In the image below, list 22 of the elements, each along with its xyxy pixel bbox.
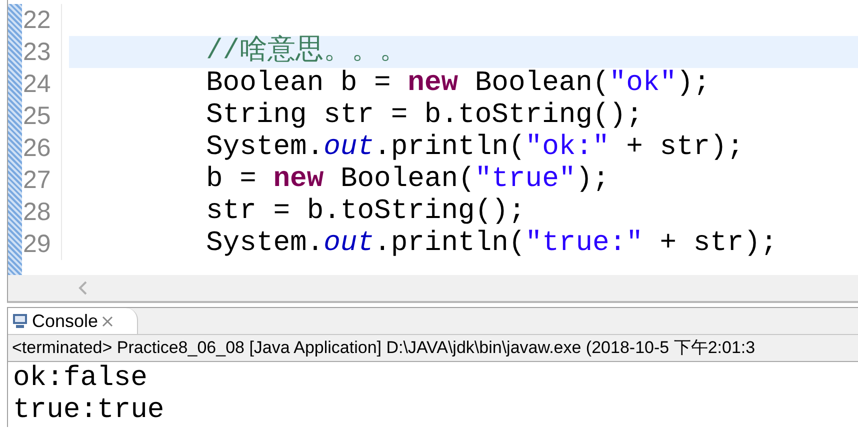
line-number: 25 <box>22 100 62 132</box>
line-number: 24 <box>22 68 62 100</box>
close-icon[interactable] <box>102 316 114 326</box>
line-number: 22 <box>22 4 62 36</box>
console-tab[interactable]: Console <box>8 308 138 334</box>
line-number: 26 <box>22 132 62 164</box>
code-line: String str = b.toString(); <box>205 100 644 132</box>
tab-label: Console <box>32 310 98 332</box>
scroll-left-icon[interactable] <box>78 281 87 295</box>
code-line: System.out.println("true:" + str); <box>205 228 778 260</box>
line-number: 23 <box>22 36 62 68</box>
line-number: 28 <box>22 196 62 228</box>
line-number: 29 <box>22 228 62 260</box>
line-number: 27 <box>22 164 62 196</box>
monitor-icon <box>12 313 28 329</box>
code-line: str = b.toString(); <box>205 196 526 228</box>
code-line: b = new Boolean("true"); <box>205 164 610 196</box>
console-status: <terminated> Practice8_06_08 [Java Application] D:\JAVA\jdk\bin\javaw.exe (2018-10-5 下午2:01:3 <box>8 335 858 362</box>
console-output-line: ok:false <box>12 363 148 395</box>
console-output-line: true:true <box>12 395 166 427</box>
code-line: Boolean b = new Boolean("ok"); <box>205 68 712 100</box>
code-line: System.out.println("ok:" + str); <box>205 132 745 164</box>
